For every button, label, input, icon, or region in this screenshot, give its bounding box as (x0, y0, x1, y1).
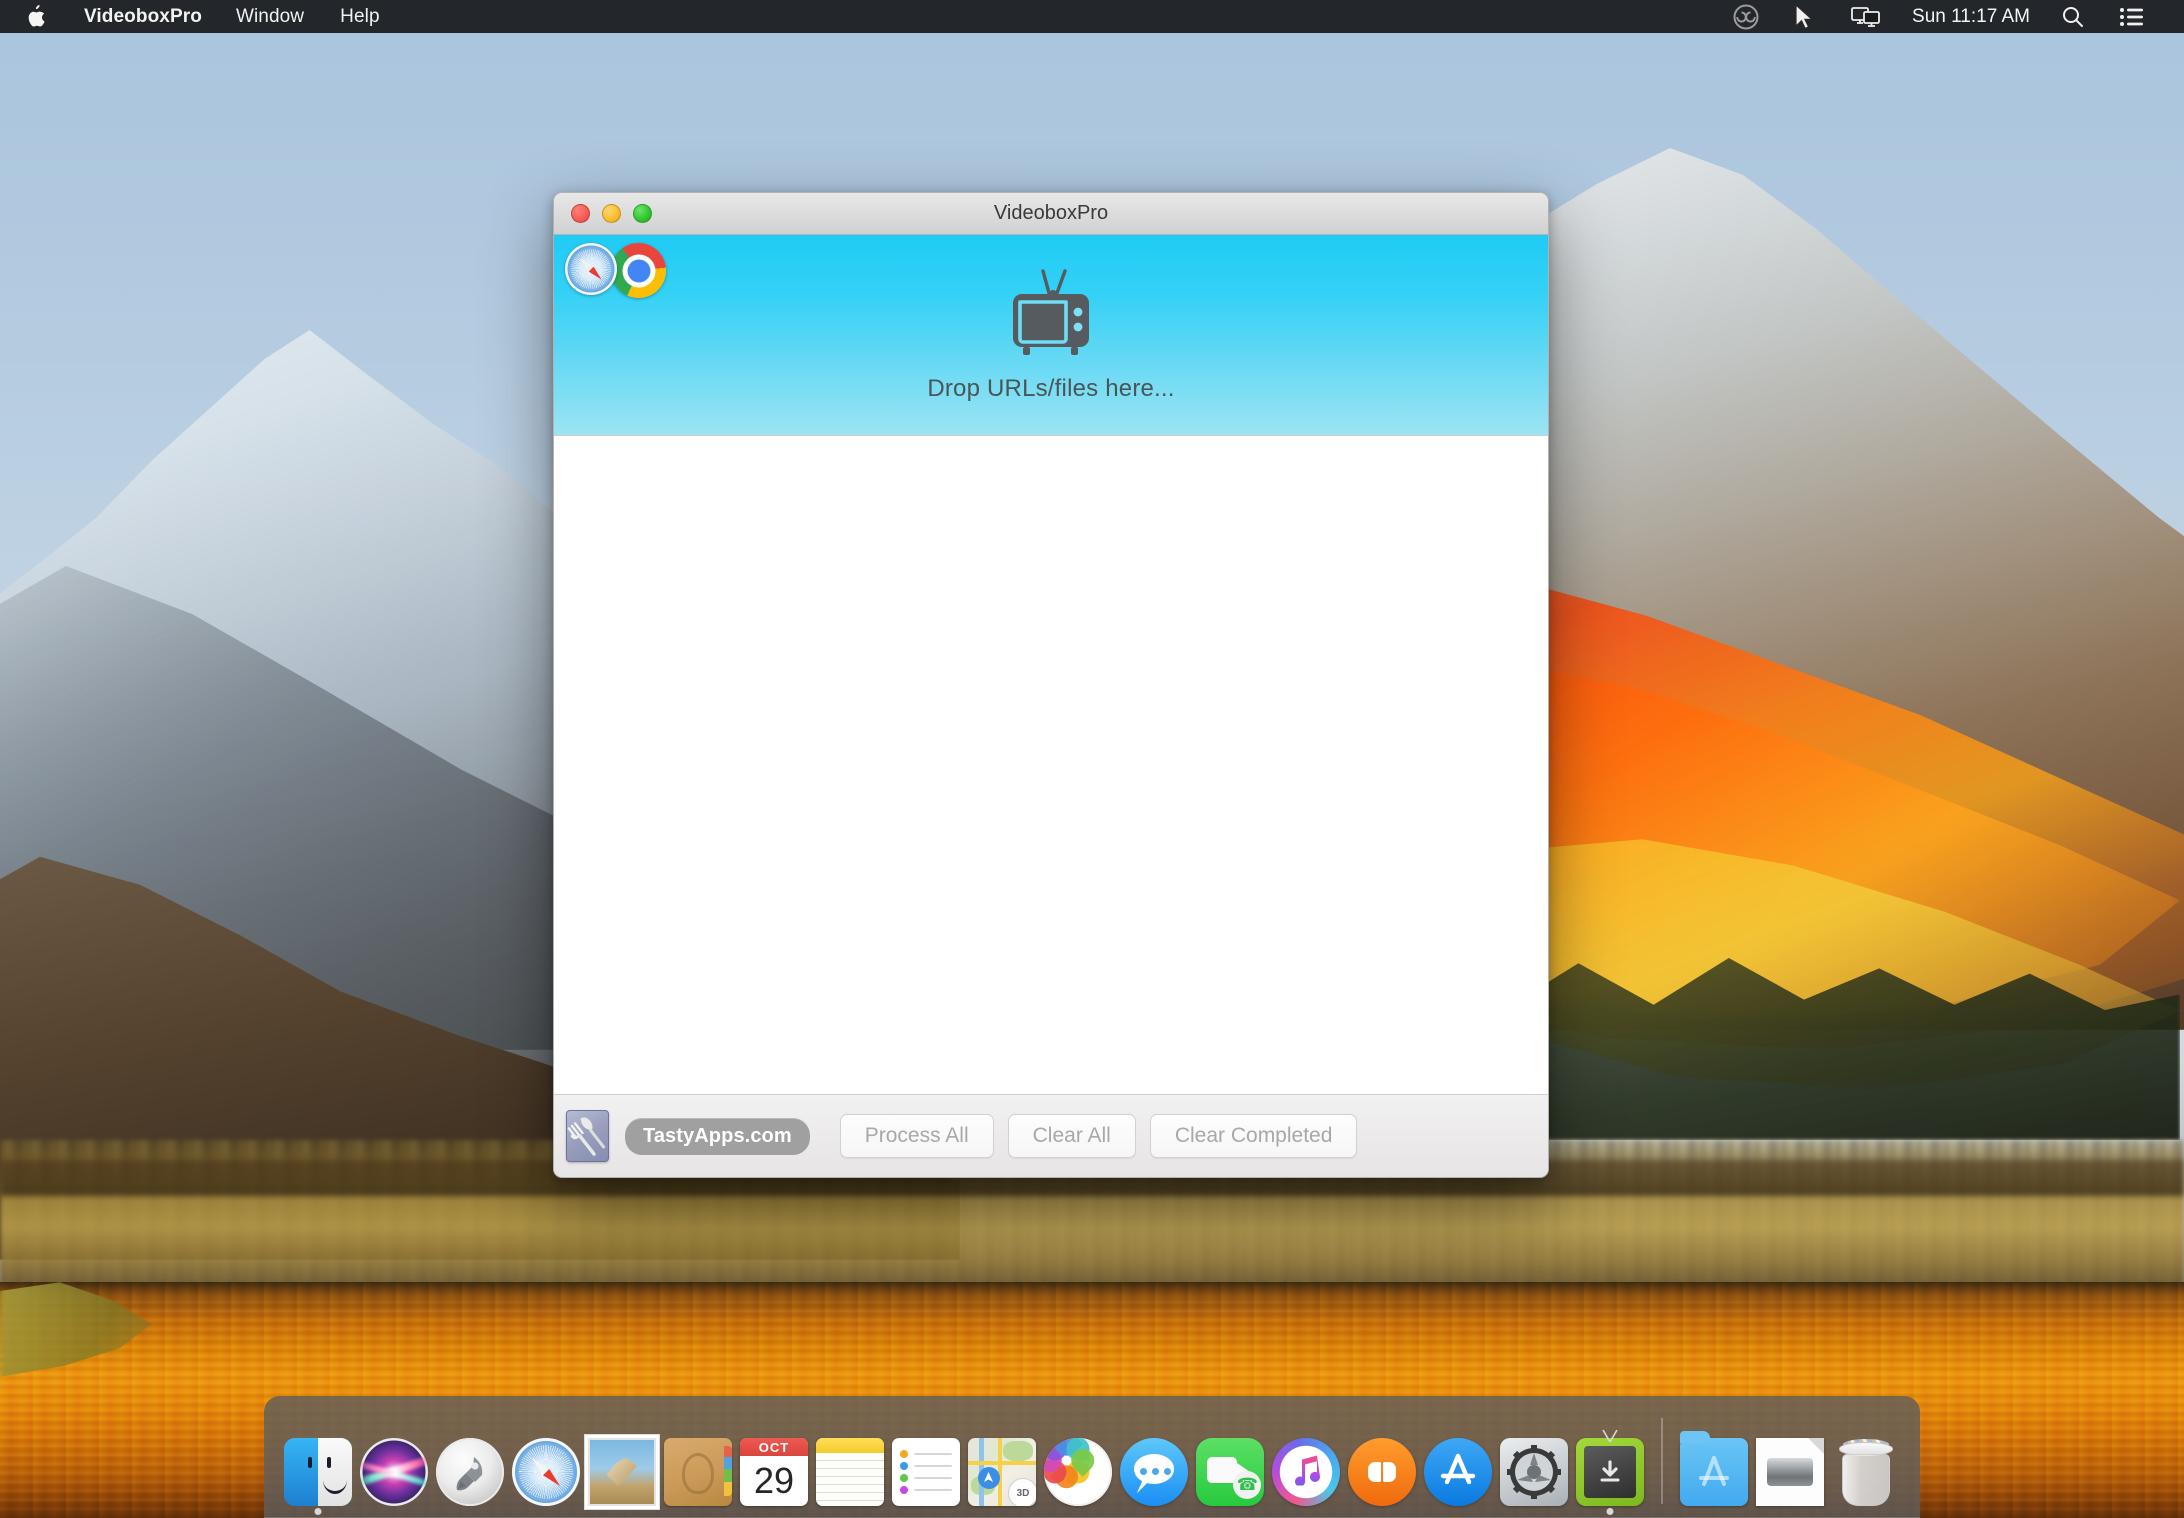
dock-item-finder[interactable] (280, 1404, 356, 1518)
dock-item-calendar[interactable]: OCT 29 (736, 1404, 812, 1518)
creative-cloud-icon[interactable] (1716, 0, 1776, 33)
search-icon[interactable] (2044, 0, 2102, 33)
browser-icon-group (565, 243, 666, 298)
apple-menu-icon[interactable] (0, 4, 68, 29)
menu-bar-status-area: Sun 11:17 AM (1716, 0, 2184, 33)
clear-completed-button[interactable]: Clear Completed (1149, 1114, 1358, 1158)
notes-icon (816, 1438, 884, 1506)
dock-item-disk-document[interactable] (1752, 1404, 1828, 1518)
dock-item-messages[interactable] (1116, 1404, 1192, 1518)
reminders-icon (892, 1438, 960, 1506)
window-title: VideoboxPro (993, 202, 1109, 224)
download-list[interactable] (554, 435, 1548, 1095)
calendar-day: 29 (753, 1460, 795, 1501)
contacts-icon (664, 1438, 732, 1506)
menu-item-app[interactable]: VideoboxPro (68, 0, 218, 33)
dock-item-applications-folder[interactable] (1676, 1404, 1752, 1518)
dock-item-app-store[interactable] (1420, 1404, 1496, 1518)
menu-bar-left: VideoboxPro Window Help (0, 0, 398, 33)
dock-item-mail[interactable] (584, 1404, 660, 1518)
dock-item-notes[interactable] (812, 1404, 888, 1518)
dock-item-safari[interactable] (508, 1404, 584, 1518)
videoboxpro-icon (1576, 1429, 1644, 1506)
trash-icon (1832, 1438, 1900, 1506)
minimize-button[interactable] (602, 204, 621, 223)
window-titlebar[interactable]: VideoboxPro (554, 193, 1548, 235)
photos-icon (1044, 1438, 1112, 1506)
ibooks-icon (1348, 1438, 1416, 1506)
maps-icon: 3D (968, 1438, 1036, 1506)
itunes-icon (1272, 1438, 1340, 1506)
control-center-icon[interactable] (2102, 0, 2162, 33)
dock-item-contacts[interactable] (660, 1404, 736, 1518)
menu-item-help[interactable]: Help (322, 0, 397, 33)
calendar-month: OCT (740, 1438, 808, 1456)
finder-icon (284, 1438, 352, 1506)
tastyapps-fork-knife-icon[interactable] (566, 1110, 609, 1162)
window-controls (554, 204, 652, 223)
cursor-pointer-icon[interactable] (1776, 0, 1834, 33)
dock-item-facetime[interactable]: ☎ (1192, 1404, 1268, 1518)
dock-separator (1661, 1418, 1663, 1504)
safari-icon (512, 1438, 580, 1506)
running-indicator (1606, 1508, 1614, 1515)
chrome-icon[interactable] (611, 243, 666, 298)
tastyapps-brand-badge[interactable]: TastyApps.com (625, 1117, 810, 1155)
drop-zone-label: Drop URLs/files here... (927, 375, 1175, 402)
maps-3d-badge: 3D (1008, 1478, 1036, 1506)
dock-item-photos[interactable] (1040, 1404, 1116, 1518)
dock-item-launchpad[interactable] (432, 1404, 508, 1518)
mail-icon (588, 1438, 656, 1506)
close-button[interactable] (571, 204, 590, 223)
dock-item-videoboxpro[interactable] (1572, 1404, 1648, 1518)
window-bottom-toolbar: TastyApps.com Process All Clear All Clea… (554, 1095, 1548, 1177)
dock-item-trash[interactable] (1828, 1404, 1904, 1518)
safari-icon[interactable] (565, 243, 617, 295)
dock-item-reminders[interactable] (888, 1404, 964, 1518)
facetime-icon: ☎ (1196, 1438, 1264, 1506)
dock: OCT 29 3D ☎ (264, 1396, 1920, 1518)
app-store-icon (1424, 1438, 1492, 1506)
menu-bar: VideoboxPro Window Help Sun 11:17 AM (0, 0, 2184, 33)
disk-document-icon (1756, 1438, 1824, 1506)
menu-bar-clock[interactable]: Sun 11:17 AM (1898, 6, 2044, 28)
clear-all-button[interactable]: Clear All (1007, 1114, 1136, 1158)
siri-icon (360, 1438, 428, 1506)
system-preferences-gear-icon (1500, 1438, 1568, 1506)
dock-item-itunes[interactable] (1268, 1404, 1344, 1518)
launchpad-icon (436, 1438, 504, 1506)
calendar-icon: OCT 29 (740, 1438, 808, 1506)
messages-icon (1120, 1438, 1188, 1506)
videoboxpro-window: VideoboxPro Drop URLs/files here... Tast… (553, 192, 1549, 1178)
dock-item-ibooks[interactable] (1344, 1404, 1420, 1518)
drop-zone[interactable]: Drop URLs/files here... (554, 235, 1548, 435)
applications-folder-icon (1680, 1431, 1748, 1506)
dock-item-siri[interactable] (356, 1404, 432, 1518)
screen-sharing-icon[interactable] (1834, 0, 1898, 33)
tv-icon (1003, 267, 1099, 359)
running-indicator (314, 1508, 322, 1515)
process-all-button[interactable]: Process All (839, 1114, 994, 1158)
dock-item-maps[interactable]: 3D (964, 1404, 1040, 1518)
zoom-button[interactable] (633, 204, 652, 223)
dock-item-system-preferences[interactable] (1496, 1404, 1572, 1518)
menu-item-window[interactable]: Window (218, 0, 322, 33)
